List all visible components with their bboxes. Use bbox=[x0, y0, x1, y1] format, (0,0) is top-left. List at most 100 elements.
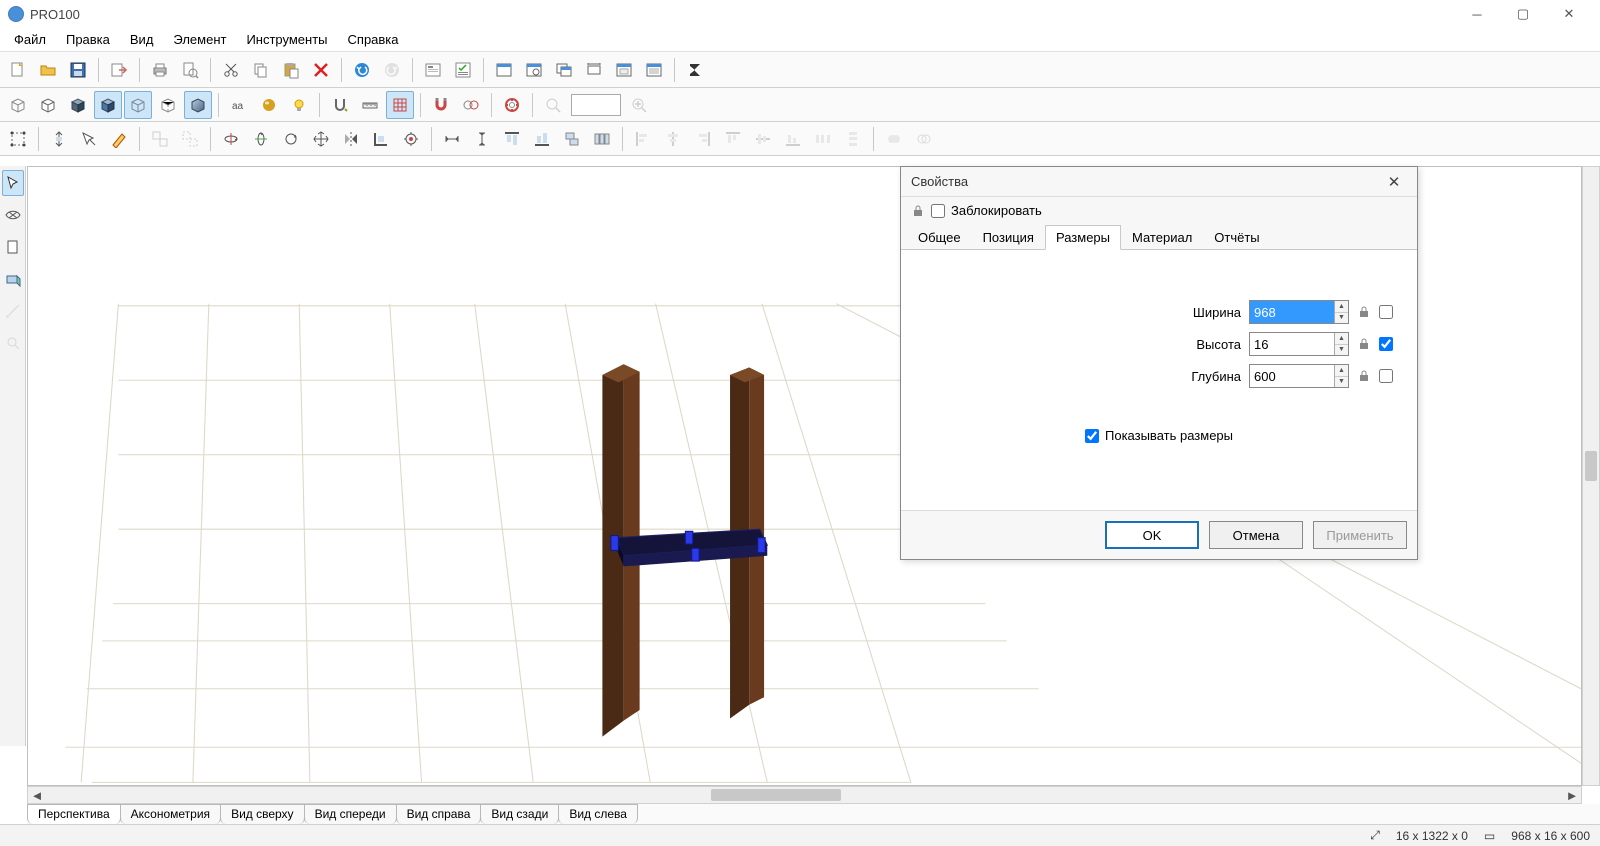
width-lock-checkbox[interactable] bbox=[1379, 305, 1393, 319]
save-button[interactable] bbox=[64, 56, 92, 84]
new-file-button[interactable] bbox=[4, 56, 32, 84]
dimensions-button[interactable] bbox=[356, 91, 384, 119]
dialog-tab-dimensions[interactable]: Размеры bbox=[1045, 225, 1121, 250]
select-all-button[interactable] bbox=[4, 125, 32, 153]
window-1-button[interactable] bbox=[490, 56, 518, 84]
grid-button[interactable] bbox=[386, 91, 414, 119]
align-right-button[interactable] bbox=[689, 125, 717, 153]
window-5-button[interactable] bbox=[610, 56, 638, 84]
ungroup-button[interactable] bbox=[176, 125, 204, 153]
align-center-h-button[interactable] bbox=[659, 125, 687, 153]
align-bottom-button[interactable] bbox=[528, 125, 556, 153]
rotate-y-button[interactable] bbox=[247, 125, 275, 153]
width-spinner[interactable]: ▲▼ bbox=[1334, 301, 1348, 323]
view-wireframe-button[interactable] bbox=[4, 91, 32, 119]
view-transparent-button[interactable] bbox=[124, 91, 152, 119]
view-tab-axonometry[interactable]: Аксонометрия bbox=[120, 804, 221, 824]
magnet-button[interactable] bbox=[427, 91, 455, 119]
checklist-button[interactable] bbox=[449, 56, 477, 84]
window-6-button[interactable] bbox=[640, 56, 668, 84]
dim-y-button[interactable] bbox=[468, 125, 496, 153]
window-2-button[interactable] bbox=[520, 56, 548, 84]
view-tab-right[interactable]: Вид справа bbox=[396, 804, 482, 824]
depth-lock-checkbox[interactable] bbox=[1379, 369, 1393, 383]
copy-button[interactable] bbox=[247, 56, 275, 84]
add-panel-tool[interactable] bbox=[2, 234, 24, 260]
align-top-button[interactable] bbox=[498, 125, 526, 153]
view-realistic-button[interactable] bbox=[184, 91, 212, 119]
height-lock-checkbox[interactable] bbox=[1379, 337, 1393, 351]
align-distribute-button[interactable] bbox=[588, 125, 616, 153]
snap-button[interactable] bbox=[326, 91, 354, 119]
cut-button[interactable] bbox=[217, 56, 245, 84]
window-3-button[interactable] bbox=[550, 56, 578, 84]
show-dims-checkbox[interactable] bbox=[1085, 429, 1099, 443]
close-button[interactable]: ✕ bbox=[1546, 0, 1592, 28]
rotate-z-button[interactable] bbox=[277, 125, 305, 153]
align-corner-button[interactable] bbox=[367, 125, 395, 153]
distribute-v-button[interactable] bbox=[839, 125, 867, 153]
view-tab-perspective[interactable]: Перспектива bbox=[27, 804, 121, 824]
sigma-button[interactable] bbox=[681, 56, 709, 84]
collision-button[interactable] bbox=[457, 91, 485, 119]
depth-spinner[interactable]: ▲▼ bbox=[1334, 365, 1348, 387]
view-hidden-button[interactable] bbox=[34, 91, 62, 119]
zoom-out-button[interactable] bbox=[539, 91, 567, 119]
width-input[interactable] bbox=[1250, 301, 1334, 323]
align-stack-button[interactable] bbox=[558, 125, 586, 153]
move-cursor-button[interactable] bbox=[75, 125, 103, 153]
print-button[interactable] bbox=[146, 56, 174, 84]
viewport-scrollbar-vertical[interactable] bbox=[1582, 166, 1600, 786]
dialog-tab-position[interactable]: Позиция bbox=[972, 225, 1045, 250]
menu-tools[interactable]: Инструменты bbox=[236, 29, 337, 50]
properties-button[interactable] bbox=[419, 56, 447, 84]
select-tool[interactable] bbox=[2, 170, 24, 196]
align-center-v-button[interactable] bbox=[749, 125, 777, 153]
menu-file[interactable]: Файл bbox=[4, 29, 56, 50]
bool-1-button[interactable] bbox=[880, 125, 908, 153]
camera-tool[interactable] bbox=[2, 202, 24, 228]
menu-element[interactable]: Элемент bbox=[163, 29, 236, 50]
center-button[interactable] bbox=[498, 91, 526, 119]
paste-button[interactable] bbox=[277, 56, 305, 84]
dim-x-button[interactable] bbox=[438, 125, 466, 153]
depth-input[interactable] bbox=[1250, 365, 1334, 387]
open-file-button[interactable] bbox=[34, 56, 62, 84]
menu-view[interactable]: Вид bbox=[120, 29, 164, 50]
maximize-button[interactable]: ▢ bbox=[1500, 0, 1546, 28]
view-outline-button[interactable] bbox=[154, 91, 182, 119]
rotate-x-button[interactable] bbox=[217, 125, 245, 153]
lighting-button[interactable] bbox=[285, 91, 313, 119]
view-tab-front[interactable]: Вид спереди bbox=[304, 804, 397, 824]
minimize-button[interactable]: ─ bbox=[1454, 0, 1500, 28]
align-left-button[interactable] bbox=[629, 125, 657, 153]
export-button[interactable] bbox=[105, 56, 133, 84]
height-spinner[interactable]: ▲▼ bbox=[1334, 333, 1348, 355]
add-part-tool[interactable] bbox=[2, 266, 24, 292]
undo-button[interactable] bbox=[348, 56, 376, 84]
mirror-button[interactable] bbox=[337, 125, 365, 153]
dialog-tab-reports[interactable]: Отчёты bbox=[1203, 225, 1270, 250]
materials-button[interactable] bbox=[255, 91, 283, 119]
bool-2-button[interactable] bbox=[910, 125, 938, 153]
distribute-h-button[interactable] bbox=[809, 125, 837, 153]
view-tab-left[interactable]: Вид слева bbox=[558, 804, 638, 824]
redo-button[interactable] bbox=[378, 56, 406, 84]
view-solid-button[interactable] bbox=[64, 91, 92, 119]
apply-button[interactable]: Применить bbox=[1313, 521, 1407, 549]
height-input[interactable] bbox=[1250, 333, 1334, 355]
edit-shape-button[interactable] bbox=[105, 125, 133, 153]
zoom-tool[interactable] bbox=[2, 330, 24, 356]
menu-edit[interactable]: Правка bbox=[56, 29, 120, 50]
view-textured-button[interactable] bbox=[94, 91, 122, 119]
menu-help[interactable]: Справка bbox=[338, 29, 409, 50]
align-top2-button[interactable] bbox=[719, 125, 747, 153]
orient-button[interactable] bbox=[397, 125, 425, 153]
cancel-button[interactable]: Отмена bbox=[1209, 521, 1303, 549]
delete-button[interactable] bbox=[307, 56, 335, 84]
print-preview-button[interactable] bbox=[176, 56, 204, 84]
measure-tool[interactable] bbox=[2, 298, 24, 324]
group-button[interactable] bbox=[146, 125, 174, 153]
dialog-tab-material[interactable]: Материал bbox=[1121, 225, 1203, 250]
ok-button[interactable]: OK bbox=[1105, 521, 1199, 549]
